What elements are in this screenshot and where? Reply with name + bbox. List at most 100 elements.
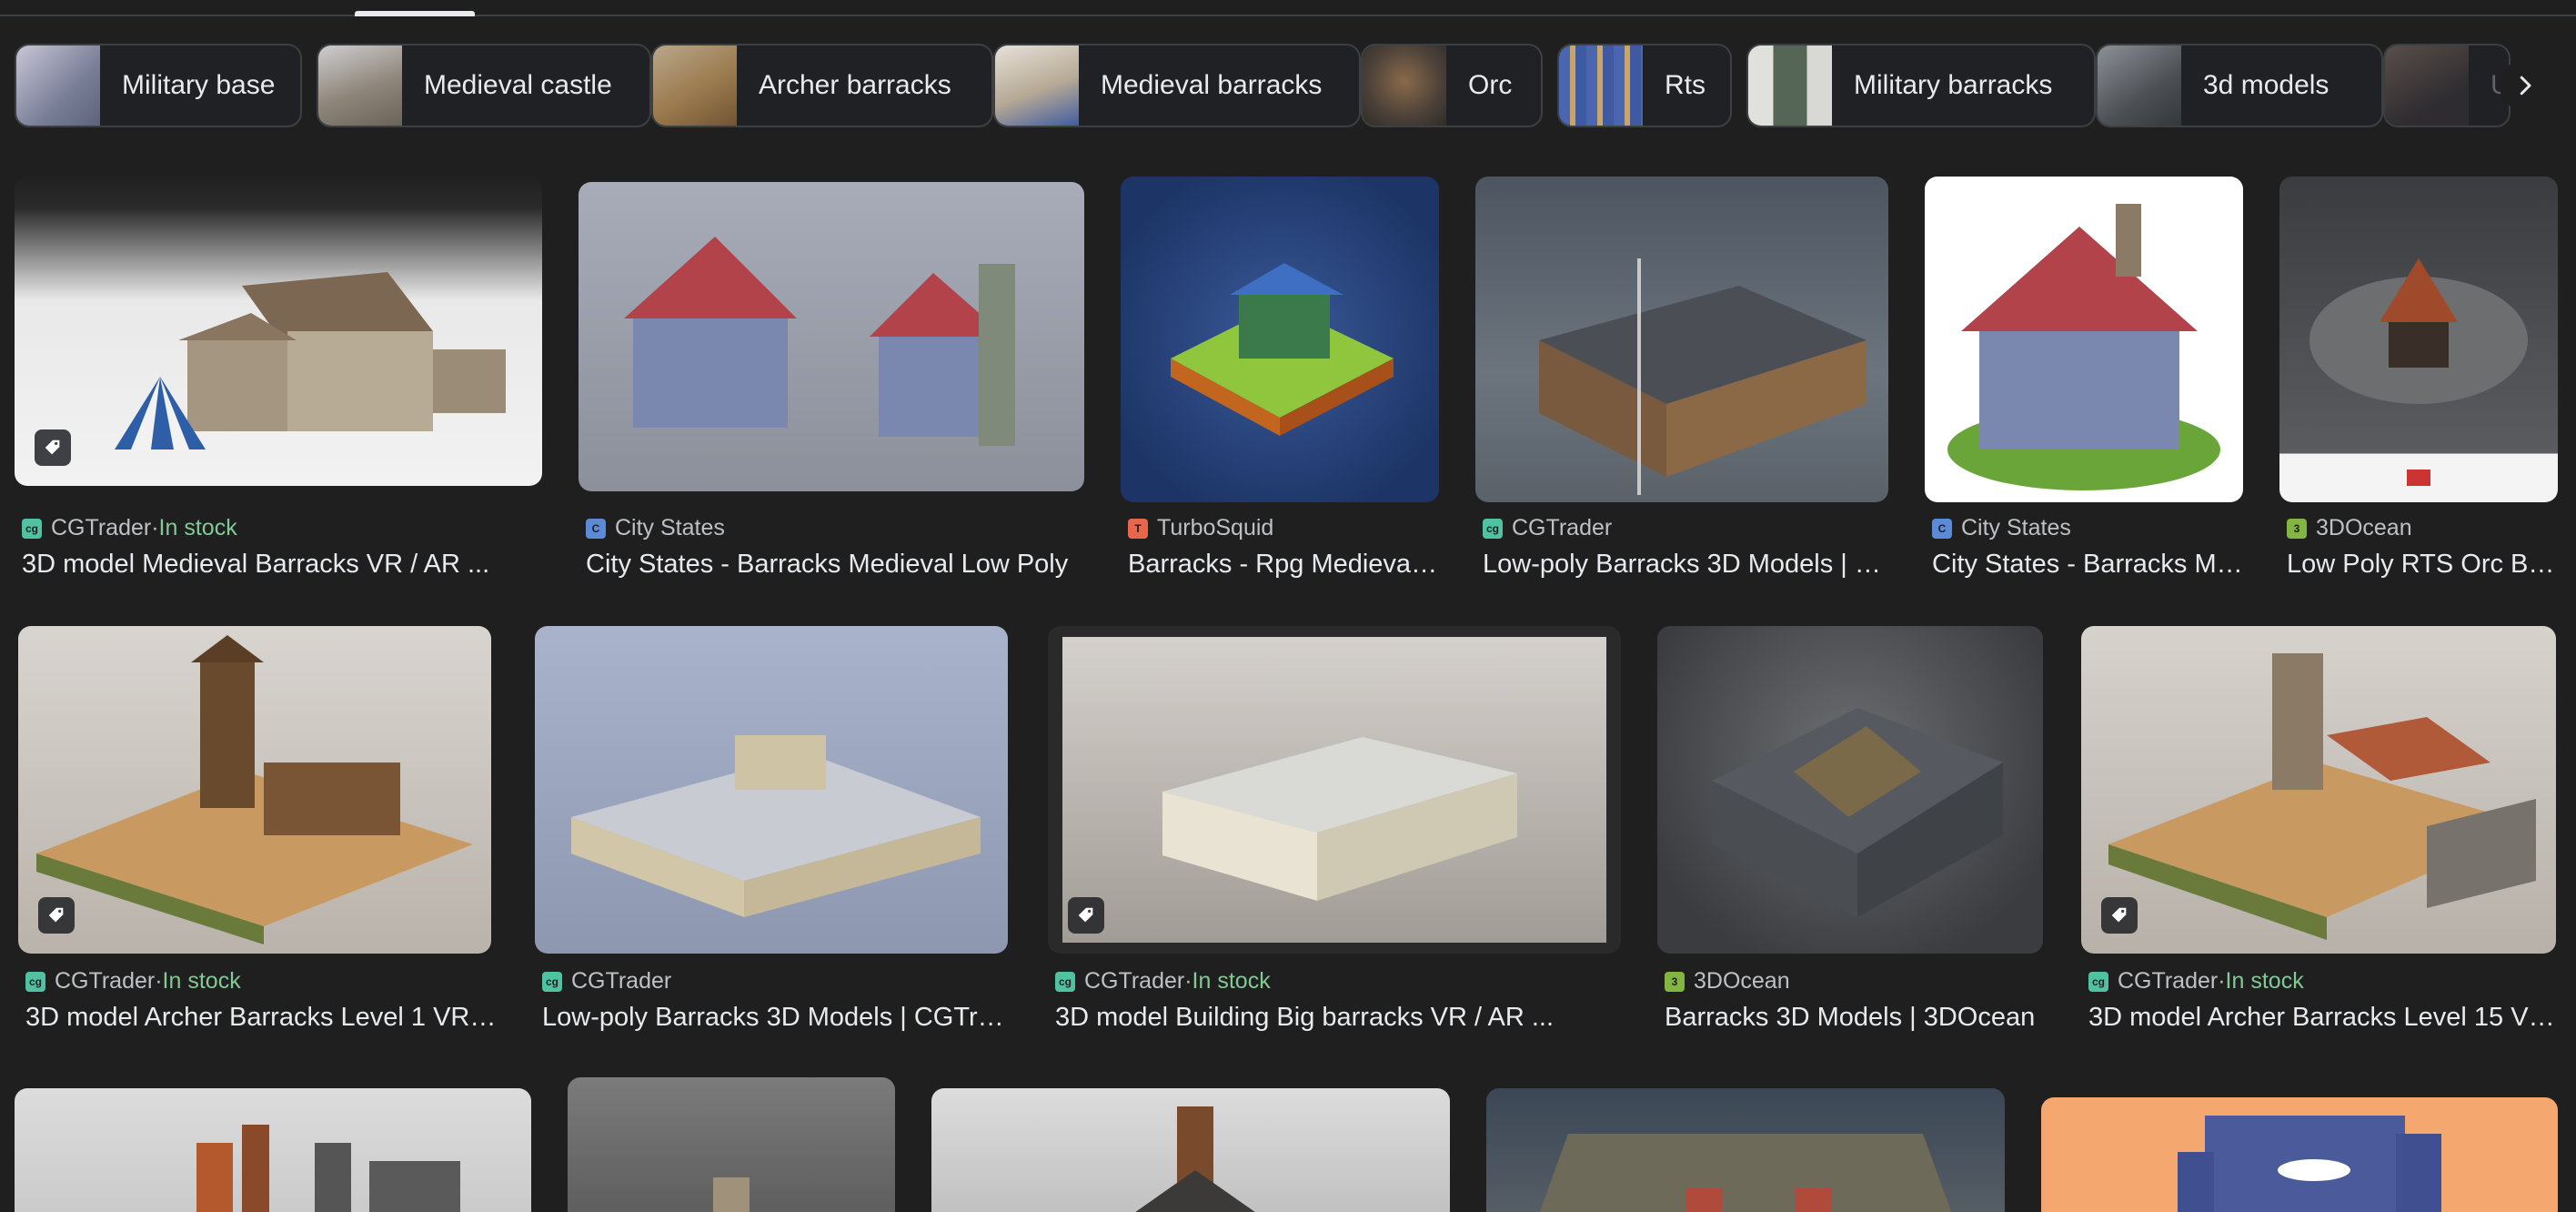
result-source[interactable]: C City States xyxy=(586,515,725,541)
chip-orc[interactable]: Orc xyxy=(1361,44,1543,127)
result-source[interactable]: cg CGTrader xyxy=(1483,515,1612,541)
chip-thumbnail xyxy=(995,45,1079,126)
result-source[interactable]: 3 3DOcean xyxy=(1665,968,1790,995)
chip-label: Orc xyxy=(1468,70,1513,100)
result-card[interactable]: cg CGTrader Low-poly Barracks 3D Models … xyxy=(1475,177,1892,586)
result-image[interactable] xyxy=(2081,626,2556,954)
result-image[interactable] xyxy=(535,626,1008,954)
result-title[interactable]: Low-poly Barracks 3D Models | C… xyxy=(1483,550,1892,580)
result-source[interactable]: C City States xyxy=(1932,515,2071,541)
castle-illustration xyxy=(1135,1106,1255,1212)
chip-thumbnail xyxy=(1363,45,1446,126)
source-name: 3DOcean xyxy=(2316,515,2412,540)
related-search-chips: Military base Medieval castle Archer bar… xyxy=(15,44,2561,131)
result-image[interactable] xyxy=(2279,177,2558,502)
result-card[interactable]: 3 3DOcean Barracks 3D Models | 3DOcean xyxy=(1657,626,2043,1035)
barracks-illustration xyxy=(1947,204,2220,490)
barracks-illustration xyxy=(1539,258,1867,495)
result-title[interactable]: City States - Barracks Medieval Low Poly xyxy=(586,550,1095,580)
result-card[interactable]: T TurboSquid Barracks - Rpg Medieval… xyxy=(1121,177,1443,586)
chevron-right-icon xyxy=(2520,76,2531,96)
cgtrader-icon: cg xyxy=(25,971,45,992)
chip-partial[interactable]: U xyxy=(2383,44,2511,127)
source-name: CGTrader xyxy=(1512,515,1613,540)
source-name: CGTrader xyxy=(571,968,672,994)
separator: · xyxy=(155,968,163,994)
barracks-illustration xyxy=(115,272,506,449)
result-source[interactable]: T TurboSquid xyxy=(1128,515,1273,541)
result-title[interactable]: Barracks 3D Models | 3DOcean xyxy=(1665,1003,2047,1033)
result-card[interactable]: C City States City States - Barracks M… xyxy=(1925,177,2243,586)
source-name: City States xyxy=(1961,515,2071,540)
result-card[interactable]: cg CGTrader · In stock 3D model Archer B… xyxy=(2081,626,2560,1035)
result-card[interactable]: C City States City States - Barracks Med… xyxy=(579,182,1084,586)
result-image[interactable] xyxy=(1657,626,2043,954)
result-source[interactable]: 3 3DOcean xyxy=(2287,515,2412,541)
result-source[interactable]: cg CGTrader · In stock xyxy=(2088,968,2304,995)
result-image[interactable] xyxy=(1475,177,1888,502)
cgtrader-icon: cg xyxy=(2088,971,2108,992)
result-image[interactable] xyxy=(1121,177,1439,502)
result-image[interactable] xyxy=(568,1077,895,1212)
result-title[interactable]: Low-poly Barracks 3D Models | CGTra… xyxy=(542,1003,1015,1033)
search-results-page: Military base Medieval castle Archer bar… xyxy=(0,0,2576,1212)
barracks-illustration xyxy=(1171,263,1394,436)
chips-next-button[interactable] xyxy=(2500,60,2551,111)
result-title[interactable]: 3D model Archer Barracks Level 1 VR ... xyxy=(25,1003,498,1033)
chip-archer-barracks[interactable]: Archer barracks xyxy=(651,44,993,127)
source-name: TurboSquid xyxy=(1157,515,1274,540)
result-image[interactable] xyxy=(1486,1088,2005,1212)
chip-3d-models[interactable]: 3d models xyxy=(2096,44,2383,127)
chip-rts[interactable]: Rts xyxy=(1557,44,1732,127)
result-image[interactable] xyxy=(18,626,491,954)
chip-label: Rts xyxy=(1665,70,1706,100)
result-image[interactable] xyxy=(15,1088,531,1212)
result-source[interactable]: cg CGTrader · In stock xyxy=(25,968,241,995)
image-frame xyxy=(1062,637,1606,943)
stock-status: In stock xyxy=(1192,968,1271,994)
result-source[interactable]: cg CGTrader xyxy=(542,968,671,995)
fortress-illustration xyxy=(2178,1116,2441,1212)
chip-military-barracks[interactable]: Military barracks xyxy=(1746,44,2096,127)
result-card[interactable]: cg CGTrader · In stock 3D model Medieval… xyxy=(15,177,542,586)
chip-military-base[interactable]: Military base xyxy=(15,44,302,127)
chip-medieval-castle[interactable]: Medieval castle xyxy=(317,44,651,127)
chip-medieval-barracks[interactable]: Medieval barracks xyxy=(993,44,1361,127)
cgtrader-icon: cg xyxy=(542,971,562,992)
result-image[interactable] xyxy=(579,182,1084,491)
result-card[interactable]: cg CGTrader · In stock 3D model Building… xyxy=(1048,626,1621,1035)
result-title[interactable]: Barracks - Rpg Medieval… xyxy=(1128,550,1443,580)
result-card[interactable]: cg CGTrader Low-poly Barracks 3D Models … xyxy=(535,626,1015,1035)
result-title[interactable]: Low Poly RTS Orc Ba… xyxy=(2287,550,2561,580)
result-image[interactable] xyxy=(2041,1097,2558,1212)
3docean-icon: 3 xyxy=(1665,971,1685,992)
active-tab-indicator xyxy=(355,11,475,16)
source-name: CGTrader xyxy=(51,515,152,540)
tag-icon xyxy=(35,429,71,466)
result-source[interactable]: cg CGTrader · In stock xyxy=(22,515,237,541)
result-card[interactable]: 3 3DOcean Low Poly RTS Orc Ba… xyxy=(2279,177,2561,586)
result-image[interactable] xyxy=(1925,177,2243,502)
chip-label: Archer barracks xyxy=(759,70,951,100)
chip-label: Military barracks xyxy=(1854,70,2053,100)
result-source[interactable]: cg CGTrader · In stock xyxy=(1055,968,1271,995)
result-image[interactable] xyxy=(931,1088,1450,1212)
separator: · xyxy=(2218,968,2226,994)
result-title[interactable]: City States - Barracks M… xyxy=(1932,550,2247,580)
barracks-illustration xyxy=(571,735,981,917)
result-title[interactable]: 3D model Medieval Barracks VR / AR ... xyxy=(22,550,542,580)
stock-status: In stock xyxy=(158,515,237,540)
barracks-illustration xyxy=(36,635,473,944)
result-title[interactable]: 3D model Building Big barracks VR / AR .… xyxy=(1055,1003,1619,1033)
result-image[interactable] xyxy=(15,177,542,486)
chip-label: Medieval castle xyxy=(424,70,612,100)
stock-status: In stock xyxy=(162,968,241,994)
citystates-icon: C xyxy=(1932,518,1952,539)
source-name: CGTrader xyxy=(2118,968,2219,994)
chip-label: Military base xyxy=(122,70,276,100)
source-name: CGTrader xyxy=(1084,968,1185,994)
result-image[interactable] xyxy=(1048,626,1621,954)
result-title[interactable]: 3D model Archer Barracks Level 15 VR… xyxy=(2088,1003,2560,1033)
result-card[interactable]: cg CGTrader · In stock 3D model Archer B… xyxy=(18,626,498,1035)
turbosquid-icon: T xyxy=(1128,518,1148,539)
